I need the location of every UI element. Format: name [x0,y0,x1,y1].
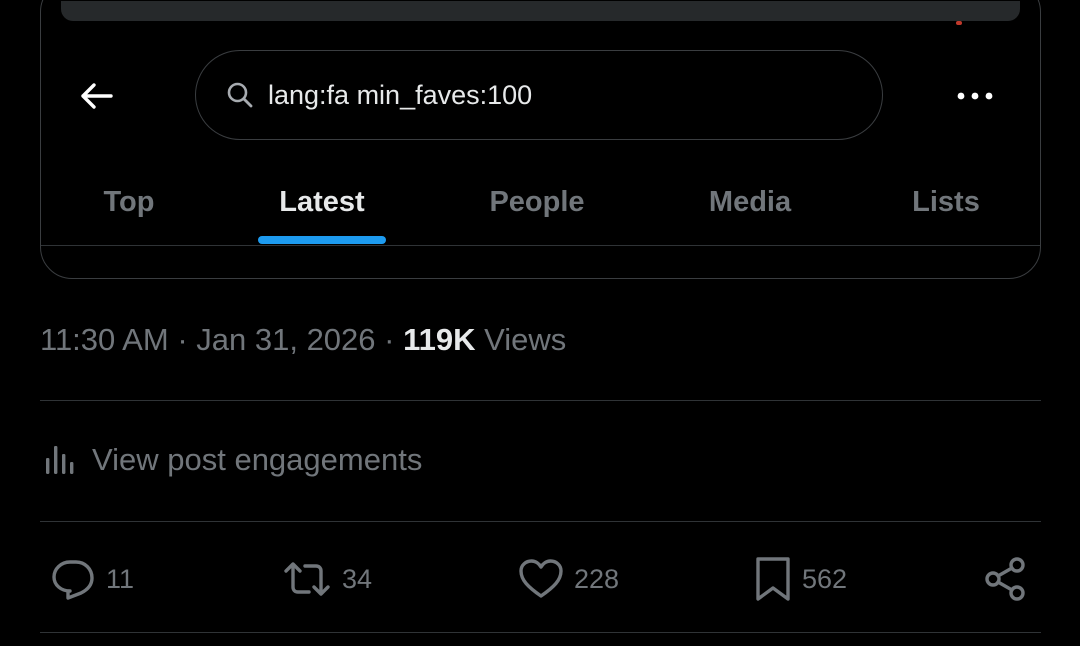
active-tab-indicator [258,236,386,244]
engagements-label: View post engagements [92,442,423,477]
bar-chart-icon [46,446,74,474]
share-button[interactable] [984,556,1028,602]
view-engagements-link[interactable]: View post engagements [44,440,422,480]
post-date: Jan 31, 2026 [196,322,376,357]
repost-button[interactable]: 34 [282,556,372,602]
meta-separator: · [177,322,188,357]
views-count: 119K [403,322,476,357]
like-count: 228 [574,563,620,594]
bookmark-icon [756,557,790,601]
divider [40,521,1041,522]
views-label: Views [484,322,567,357]
divider [40,400,1041,401]
reply-icon [52,560,94,600]
share-icon [985,557,1025,601]
divider [40,632,1041,633]
tab-media[interactable]: Media [709,186,791,219]
search-box[interactable] [195,50,883,140]
search-tabs: Top Latest People Media Lists [41,186,1040,246]
back-button[interactable] [79,78,115,114]
bookmark-button[interactable]: 562 [754,556,847,602]
reply-button[interactable]: 11 [50,556,134,602]
meta-separator: · [384,322,395,357]
tab-latest[interactable]: Latest [279,186,364,219]
arrow-left-icon [81,83,113,109]
heart-icon [519,559,563,598]
search-input[interactable] [268,79,828,111]
notification-dot [956,21,962,25]
tab-top[interactable]: Top [104,186,155,219]
tab-people[interactable]: People [489,186,584,219]
more-options-button[interactable] [953,81,997,111]
more-horizontal-icon [957,92,993,100]
tabs-divider [41,245,1040,246]
repost-icon [284,562,330,596]
repost-count: 34 [342,563,373,594]
post-meta: 11:30 AM · Jan 31, 2026 · 119K Views [40,322,566,358]
post-time: 11:30 AM [40,322,169,357]
tab-lists[interactable]: Lists [912,186,980,219]
screenshot-top-bar [61,1,1020,25]
reply-count: 11 [106,563,135,594]
like-button[interactable]: 228 [518,556,619,602]
bookmark-count: 562 [802,563,848,594]
search-icon [226,80,256,110]
embedded-search-screenshot: Top Latest People Media Lists [40,0,1041,279]
